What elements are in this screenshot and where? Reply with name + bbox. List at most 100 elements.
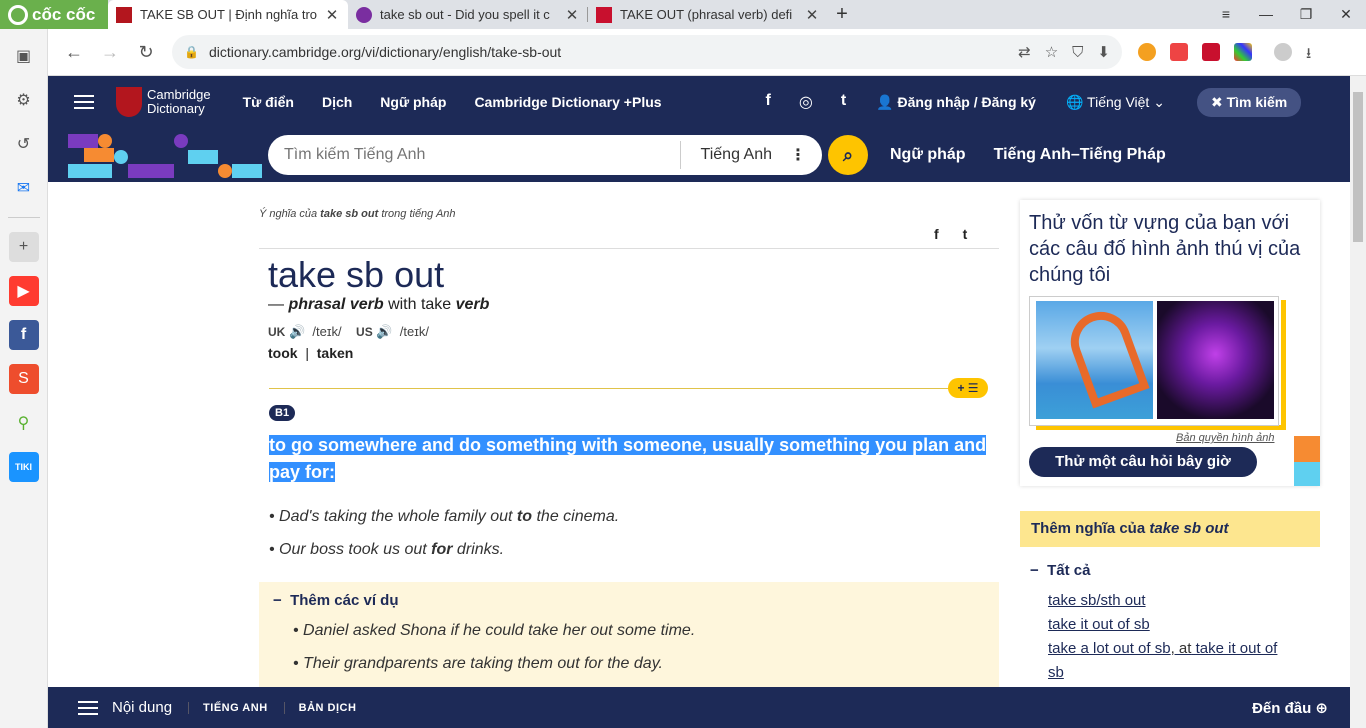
browser-tab-2[interactable]: take sb out - Did you spell it c ✕ — [348, 0, 588, 29]
login-link[interactable]: 👤 Đăng nhập / Đăng ký — [876, 94, 1036, 111]
tiki-icon[interactable]: TIKI — [8, 452, 39, 482]
minimize-icon[interactable]: — — [1246, 6, 1286, 23]
twitter-icon[interactable]: t — [841, 92, 846, 112]
translate-icon[interactable]: ⇄ — [1018, 43, 1031, 61]
image-credit-link[interactable]: Bản quyền hình ảnh — [1176, 432, 1274, 444]
collapse-icon: − — [1030, 562, 1048, 579]
extension-icon[interactable] — [1138, 43, 1156, 61]
example-text: Their grandparents are taking them out f… — [303, 655, 663, 672]
meaning-link[interactable]: sb — [1048, 664, 1064, 681]
settings-gear-icon[interactable]: ⚙ — [9, 85, 39, 115]
uk-ipa: /teɪk/ — [312, 324, 342, 339]
contents-menu-icon[interactable] — [78, 700, 98, 715]
close-window-icon[interactable]: ✕ — [1326, 6, 1366, 23]
browser-tabbar: cốc cốc TAKE SB OUT | Định nghĩa tro ✕ t… — [0, 0, 1366, 29]
share-twitter-icon[interactable]: t — [963, 226, 968, 242]
close-search-button[interactable]: ✖ Tìm kiếm — [1196, 87, 1302, 117]
close-tab-icon[interactable]: ✕ — [804, 6, 820, 24]
sidebar-toggle-icon[interactable]: ▣ — [9, 41, 39, 71]
link-separator: , at — [1170, 640, 1192, 657]
example-text: Dad's taking the whole family out — [279, 508, 513, 525]
cambridge-favicon-icon — [116, 6, 132, 23]
all-meanings-toggle[interactable]: − Tất cả — [1030, 562, 1090, 579]
page-scrollbar[interactable] — [1350, 76, 1366, 728]
quiz-widget: Thử vốn từ vựng của bạn với các câu đố h… — [1020, 200, 1320, 486]
dictionary-select[interactable]: Tiếng Anh ⋮ — [679, 141, 822, 169]
close-tab-icon[interactable]: ✕ — [564, 6, 580, 24]
instagram-icon[interactable]: ◎ — [799, 92, 813, 112]
language-selector[interactable]: 🌐 Tiếng Việt ⌄ — [1066, 94, 1165, 111]
facebook-icon[interactable]: f — [8, 320, 39, 350]
url-text[interactable]: dictionary.cambridge.org/vi/dictionary/e… — [209, 44, 1004, 60]
past-participle: taken — [316, 345, 354, 361]
site-favicon-icon — [356, 6, 372, 23]
facebook-icon[interactable]: f — [766, 92, 771, 112]
search-submit-button[interactable]: ⌕ — [828, 135, 868, 175]
tab-title: TAKE SB OUT | Định nghĩa tro — [140, 7, 318, 22]
nav-plus[interactable]: Cambridge Dictionary +Plus — [474, 94, 661, 110]
bookmark-star-icon[interactable]: ☆ — [1045, 43, 1058, 61]
youtube-icon[interactable]: ▶ — [8, 276, 39, 306]
reload-icon[interactable]: ↻ — [128, 42, 164, 63]
back-to-top-link[interactable]: Đến đầu ⊕ — [1252, 699, 1328, 717]
contents-link[interactable]: Nội dung — [112, 699, 172, 716]
extension-icon[interactable] — [1202, 43, 1220, 61]
pos-with: with take — [388, 296, 452, 313]
restore-icon[interactable]: ❐ — [1286, 6, 1326, 23]
new-tab-button[interactable]: + — [828, 3, 856, 26]
back-arrow-icon[interactable]: ← — [56, 42, 92, 63]
divider — [259, 248, 999, 249]
avatar[interactable] — [1274, 43, 1292, 61]
add-shortcut-icon[interactable]: + — [8, 232, 39, 262]
add-to-list-button[interactable]: + ☰ — [948, 378, 988, 398]
menu-icon[interactable] — [74, 95, 94, 109]
new-extension-icon[interactable] — [1170, 43, 1188, 61]
user-icon: 👤 — [876, 93, 898, 110]
search-input[interactable] — [284, 146, 680, 164]
try-quiz-button[interactable]: Thử một câu hỏi bây giờ — [1029, 447, 1257, 477]
browser-tab-3[interactable]: TAKE OUT (phrasal verb) defi ✕ — [588, 0, 828, 29]
example-keyword: to — [516, 508, 533, 525]
quiz-images[interactable] — [1029, 296, 1279, 426]
pin-icon[interactable]: ⚲ — [9, 408, 39, 438]
back-to-top-label: Đến đầu — [1252, 699, 1312, 717]
meaning-link[interactable]: take it out of sb — [1048, 616, 1150, 633]
decorative-block — [1294, 436, 1320, 462]
uk-audio-icon[interactable]: 🔊 — [289, 324, 305, 339]
cambridge-logo[interactable]: Cambridge Dictionary — [116, 87, 211, 117]
browser-tab-1[interactable]: TAKE SB OUT | Định nghĩa tro ✕ — [108, 0, 348, 29]
history-icon[interactable]: ↺ — [9, 129, 39, 159]
close-tab-icon[interactable]: ✕ — [324, 6, 340, 24]
scrollbar-thumb[interactable] — [1353, 92, 1363, 242]
nav-translate[interactable]: Dịch — [322, 94, 352, 110]
us-audio-icon[interactable]: 🔊 — [376, 324, 392, 339]
tab-english[interactable]: TIẾNG ANH — [188, 701, 268, 714]
meaning-link[interactable]: take a lot out of sb — [1048, 640, 1171, 657]
more-examples-toggle[interactable]: − Thêm các ví dụ — [273, 592, 398, 609]
search-icon: ⌕ — [842, 144, 854, 165]
messenger-icon[interactable]: ✉ — [9, 173, 39, 203]
downloads-icon[interactable]: ⭳ — [1306, 43, 1324, 62]
example-text: the cinema. — [536, 508, 620, 525]
coccoc-logo[interactable]: cốc cốc — [0, 0, 108, 29]
english-french-link[interactable]: Tiếng Anh–Tiếng Pháp — [994, 146, 1166, 164]
forward-arrow-icon[interactable]: → — [92, 42, 128, 63]
more-examples-title: Thêm các ví dụ — [290, 592, 399, 609]
shield-icon[interactable]: ⛉ — [1072, 44, 1083, 61]
share-facebook-icon[interactable]: f — [934, 226, 939, 242]
meaning-link-group: take a lot out of sb, at take it out of — [1048, 640, 1308, 657]
tab-translation[interactable]: BẢN DỊCH — [283, 701, 357, 714]
us-label: US — [356, 325, 373, 339]
nav-dictionary[interactable]: Từ điển — [243, 94, 294, 110]
extension-icon[interactable] — [1234, 43, 1252, 61]
meaning-link[interactable]: take sb/sth out — [1048, 592, 1146, 609]
address-bar[interactable]: 🔒 dictionary.cambridge.org/vi/dictionary… — [172, 35, 1122, 69]
shopee-icon[interactable]: S — [8, 364, 39, 394]
nav-grammar[interactable]: Ngữ pháp — [380, 94, 446, 110]
more-meanings-word: take sb out — [1149, 520, 1229, 537]
grammar-link[interactable]: Ngữ pháp — [890, 146, 966, 164]
tab-menu-icon[interactable]: ≡ — [1206, 6, 1246, 23]
download-page-icon[interactable]: ⬇ — [1097, 43, 1110, 61]
meaning-link[interactable]: take it out of — [1196, 640, 1278, 657]
arrow-up-icon: ⊕ — [1315, 699, 1328, 717]
